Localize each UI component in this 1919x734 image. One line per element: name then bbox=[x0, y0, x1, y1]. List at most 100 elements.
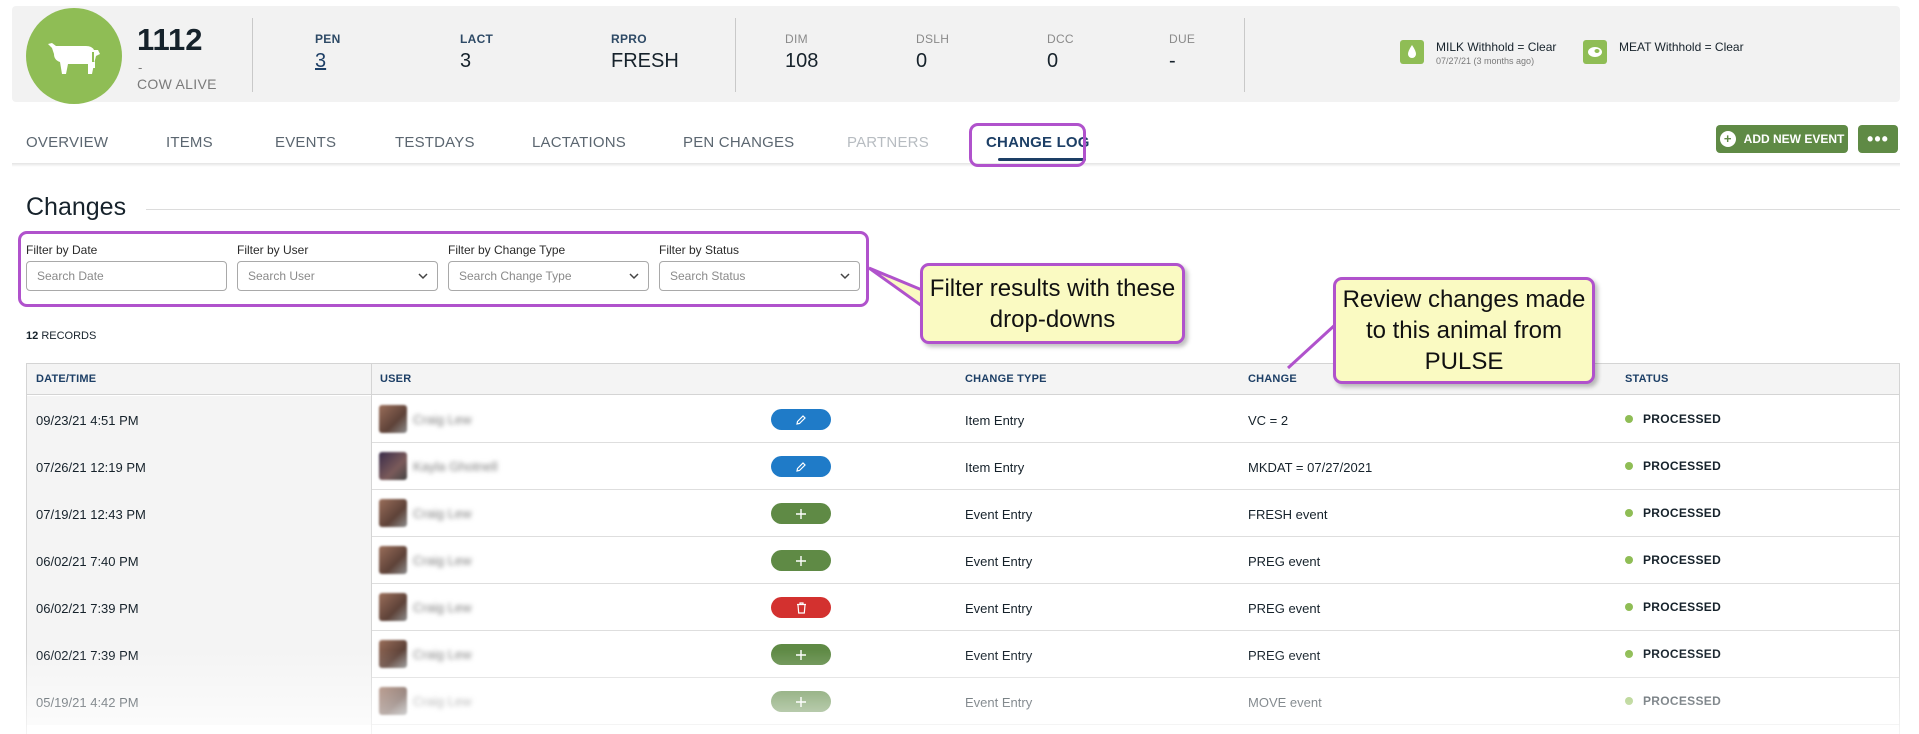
animal-id: 1112 bbox=[137, 22, 203, 57]
add-new-event-label: ADD NEW EVENT bbox=[1743, 132, 1845, 146]
row-change: MOVE event bbox=[1248, 695, 1322, 710]
stat-value: 3 bbox=[460, 50, 472, 72]
action-badge-delete[interactable] bbox=[771, 597, 831, 618]
row-change: FRESH event bbox=[1248, 507, 1328, 522]
stat-label: PEN bbox=[315, 32, 341, 46]
stat-dslh: DSLH 0 bbox=[916, 32, 949, 73]
header-change[interactable]: CHANGE bbox=[1248, 373, 1297, 385]
change-log-table: DATE/TIME USER CHANGE TYPE CHANGE STATUS… bbox=[26, 363, 1900, 734]
header-user[interactable]: USER bbox=[380, 373, 411, 385]
tab-lactations[interactable]: LACTATIONS bbox=[532, 134, 626, 151]
status-badge: PROCESSED bbox=[1643, 506, 1722, 520]
row-status: PROCESSED bbox=[1625, 459, 1721, 473]
action-badge-add[interactable] bbox=[771, 644, 831, 665]
records-label: RECORDS bbox=[41, 330, 97, 342]
more-options-button[interactable]: ••• bbox=[1858, 125, 1898, 153]
row-datetime: 06/02/21 7:39 PM bbox=[36, 648, 139, 663]
tab-events[interactable]: EVENTS bbox=[275, 134, 336, 151]
header-datetime[interactable]: DATE/TIME bbox=[36, 373, 96, 385]
animal-status: COW ALIVE bbox=[137, 76, 217, 92]
status-badge: PROCESSED bbox=[1643, 553, 1722, 567]
row-change: VC = 2 bbox=[1248, 413, 1289, 428]
row-status: PROCESSED bbox=[1625, 506, 1721, 520]
stat-value: 0 bbox=[916, 50, 928, 72]
header-status[interactable]: STATUS bbox=[1625, 373, 1669, 385]
status-dot-icon bbox=[1625, 697, 1633, 705]
stat-lact: LACT 3 bbox=[460, 32, 493, 73]
table-row[interactable]: 09/23/21 4:51 PM Craig Lew Item Entry VC = … bbox=[27, 396, 1899, 443]
row-change: MKDAT = 07/27/2021 bbox=[1248, 460, 1373, 475]
datetime-cell: 07/26/21 12:19 PM bbox=[27, 443, 371, 490]
stat-value: 0 bbox=[1047, 50, 1059, 72]
row-status: PROCESSED bbox=[1625, 553, 1721, 567]
user-avatar bbox=[379, 499, 407, 527]
header-divider bbox=[252, 18, 253, 92]
row-status: PROCESSED bbox=[1625, 600, 1721, 614]
add-new-event-button[interactable]: + ADD NEW EVENT bbox=[1716, 125, 1848, 153]
row-change-type: Event Entry bbox=[965, 554, 1033, 569]
row-datetime: 07/19/21 12:43 PM bbox=[36, 507, 146, 522]
status-dot-icon bbox=[1625, 650, 1633, 658]
user-avatar bbox=[379, 405, 407, 433]
milk-drop-icon bbox=[1400, 40, 1424, 64]
table-row[interactable]: 07/26/21 12:19 PM Kayla Ghotnell Item Entr… bbox=[27, 443, 1899, 490]
tab-testdays[interactable]: TESTDAYS bbox=[395, 134, 475, 151]
status-badge: PROCESSED bbox=[1643, 459, 1722, 473]
row-change-type: Item Entry bbox=[965, 413, 1025, 428]
tab-pen-changes[interactable]: PEN CHANGES bbox=[683, 134, 794, 151]
row-status: PROCESSED bbox=[1625, 647, 1721, 661]
row-user: Kayla Ghotnell bbox=[413, 459, 498, 474]
row-datetime: 05/19/21 4:42 PM bbox=[36, 695, 139, 710]
filter-callout: Filter results with these drop-downs bbox=[920, 263, 1185, 344]
action-badge-edit[interactable] bbox=[771, 409, 831, 430]
header-divider bbox=[1244, 18, 1245, 92]
animal-avatar bbox=[26, 8, 122, 104]
datetime-cell: 09/23/21 4:51 PM bbox=[27, 396, 371, 443]
row-status: PROCESSED bbox=[1625, 694, 1721, 708]
column-divider bbox=[371, 364, 372, 734]
stat-label: DCC bbox=[1047, 32, 1074, 46]
user-avatar bbox=[379, 593, 407, 621]
datetime-cell: 06/02/21 7:40 PM bbox=[27, 537, 371, 584]
action-badge-edit[interactable] bbox=[771, 456, 831, 477]
meat-icon bbox=[1583, 40, 1607, 64]
user-avatar bbox=[379, 546, 407, 574]
tab-bar-shadow bbox=[12, 163, 1900, 167]
datetime-cell: 07/19/21 12:43 PM bbox=[27, 490, 371, 537]
stat-rpro: RPRO FRESH bbox=[611, 32, 679, 73]
table-row[interactable]: 06/02/21 7:39 PM Craig Lew Event Entry PREG… bbox=[27, 631, 1899, 678]
review-callout: Review changes made to this animal from … bbox=[1333, 277, 1595, 384]
row-datetime: 06/02/21 7:40 PM bbox=[36, 554, 139, 569]
cow-icon bbox=[48, 43, 100, 74]
action-badge-add[interactable] bbox=[771, 550, 831, 571]
status-dot-icon bbox=[1625, 603, 1633, 611]
tab-overview[interactable]: OVERVIEW bbox=[26, 134, 108, 151]
table-row[interactable]: 05/19/21 4:42 PM Craig Lew Event Entry MOVE… bbox=[27, 678, 1899, 725]
row-user: Craig Lew bbox=[413, 553, 472, 568]
table-row[interactable]: 06/02/21 7:40 PM Craig Lew Event Entry PREG… bbox=[27, 537, 1899, 584]
pen-link[interactable]: 3 bbox=[315, 50, 341, 73]
tab-items[interactable]: ITEMS bbox=[166, 134, 213, 151]
row-status: PROCESSED bbox=[1625, 412, 1721, 426]
row-user: Craig Lew bbox=[413, 694, 472, 709]
row-change-type: Item Entry bbox=[965, 460, 1025, 475]
row-user: Craig Lew bbox=[413, 600, 472, 615]
table-row[interactable]: 07/19/21 12:43 PM Craig Lew Event Entry FRE… bbox=[27, 490, 1899, 537]
plus-icon bbox=[796, 696, 806, 707]
tab-bar: OVERVIEW ITEMS EVENTS TESTDAYS LACTATION… bbox=[12, 108, 1900, 164]
status-dot-icon bbox=[1625, 509, 1633, 517]
action-badge-add[interactable] bbox=[771, 503, 831, 524]
plus-icon bbox=[796, 555, 806, 566]
section-title: Changes bbox=[26, 193, 127, 221]
header-change-type[interactable]: CHANGE TYPE bbox=[965, 373, 1047, 385]
milk-withhold-date: 07/27/21 (3 months ago) bbox=[1436, 56, 1535, 66]
stat-label: DUE bbox=[1169, 32, 1196, 46]
stat-label: DSLH bbox=[916, 32, 950, 46]
action-badge-add[interactable] bbox=[771, 691, 831, 712]
status-dot-icon bbox=[1625, 415, 1633, 423]
pencil-icon bbox=[796, 461, 806, 472]
meat-withhold-status: MEAT Withhold = Clear bbox=[1619, 40, 1744, 54]
table-row[interactable]: 06/02/21 7:39 PM Craig Lew Event Entry PREG… bbox=[27, 584, 1899, 631]
datetime-cell: 06/02/21 7:39 PM bbox=[27, 584, 371, 631]
status-badge: PROCESSED bbox=[1643, 600, 1722, 614]
